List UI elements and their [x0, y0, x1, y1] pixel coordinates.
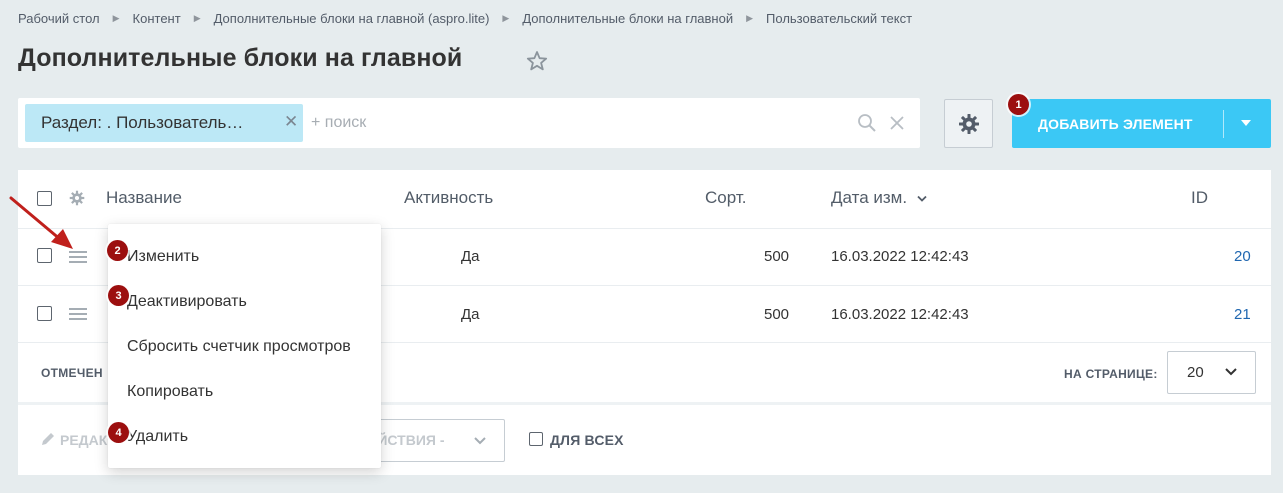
annotation-badge-3: 3 — [108, 285, 129, 306]
cell-active: Да — [461, 248, 480, 265]
breadcrumb-separator-icon: ▶ — [112, 12, 120, 23]
breadcrumb-item-desktop[interactable]: Рабочий стол — [18, 11, 100, 26]
row-checkbox[interactable] — [37, 306, 52, 321]
per-page-select[interactable] — [1167, 351, 1256, 394]
breadcrumb-separator-icon: ▶ — [502, 12, 510, 23]
edit-action-button[interactable]: РЕДАК — [40, 431, 107, 448]
hamburger-icon[interactable] — [69, 308, 87, 320]
annotation-badge-1: 1 — [1008, 94, 1029, 115]
search-input[interactable] — [311, 112, 831, 134]
chevron-down-icon — [474, 437, 486, 445]
filter-tag-label: Раздел: . Пользователь… — [41, 113, 244, 132]
chevron-down-icon — [917, 195, 927, 202]
breadcrumb-separator-icon: ▶ — [193, 12, 201, 23]
close-icon[interactable]: ✕ — [284, 112, 298, 132]
chevron-down-icon[interactable] — [1241, 120, 1251, 126]
cell-sort: 500 — [764, 248, 790, 265]
breadcrumb: Рабочий стол ▶ Контент ▶ Дополнительные … — [18, 10, 912, 26]
settings-button[interactable] — [944, 99, 993, 148]
arrow-annotation-icon — [9, 196, 73, 249]
column-header-sort[interactable]: Сорт. — [705, 188, 746, 208]
annotation-badge-4: 4 — [108, 422, 129, 443]
column-header-id[interactable]: ID — [1191, 188, 1208, 208]
per-page-value: 20 — [1187, 364, 1204, 381]
breadcrumb-item-content[interactable]: Контент — [133, 11, 181, 26]
page-title: Дополнительные блоки на главной — [18, 44, 463, 72]
chevron-down-icon — [1225, 368, 1237, 376]
hamburger-icon[interactable] — [69, 251, 87, 263]
menu-item-edit[interactable]: Изменить — [127, 248, 199, 266]
per-page-label: НА СТРАНИЦЕ: — [1064, 367, 1158, 381]
gear-icon — [958, 113, 979, 134]
column-header-active[interactable]: Активность — [404, 188, 493, 208]
for-all-checkbox[interactable] — [529, 432, 543, 446]
menu-item-reset-views[interactable]: Сбросить счетчик просмотров — [127, 338, 351, 356]
cell-active: Да — [461, 306, 480, 323]
menu-item-copy[interactable]: Копировать — [127, 383, 213, 401]
for-all-label: ДЛЯ ВСЕХ — [550, 432, 624, 448]
star-icon[interactable] — [525, 49, 549, 73]
breadcrumb-item-module[interactable]: Дополнительные блоки на главной (aspro.l… — [214, 11, 490, 26]
cell-date: 16.03.2022 12:42:43 — [831, 306, 969, 323]
pencil-icon — [42, 433, 54, 445]
cell-id-link[interactable]: 21 — [1234, 306, 1251, 323]
cell-date: 16.03.2022 12:42:43 — [831, 248, 969, 265]
add-element-label: ДОБАВИТЬ ЭЛЕМЕНТ — [1038, 116, 1193, 132]
clear-icon[interactable] — [888, 114, 906, 132]
column-header-name[interactable]: Название — [106, 188, 182, 208]
breadcrumb-separator-icon: ▶ — [746, 12, 754, 23]
menu-item-delete[interactable]: Удалить — [127, 428, 188, 446]
breadcrumb-item-iblock[interactable]: Дополнительные блоки на главной — [522, 11, 733, 26]
selected-count-label: ОТМЕЧЕН — [41, 366, 103, 380]
search-icon[interactable] — [857, 113, 877, 133]
cell-id-link[interactable]: 20 — [1234, 248, 1251, 265]
cell-sort: 500 — [764, 306, 790, 323]
edit-action-label: РЕДАК — [60, 432, 108, 448]
breadcrumb-item-section[interactable]: Пользовательский текст — [766, 11, 912, 26]
annotation-badge-2: 2 — [107, 240, 128, 261]
menu-item-deactivate[interactable]: Деактивировать — [127, 293, 247, 311]
column-header-date[interactable]: Дата изм. — [831, 188, 907, 208]
add-button-divider — [1223, 110, 1224, 138]
